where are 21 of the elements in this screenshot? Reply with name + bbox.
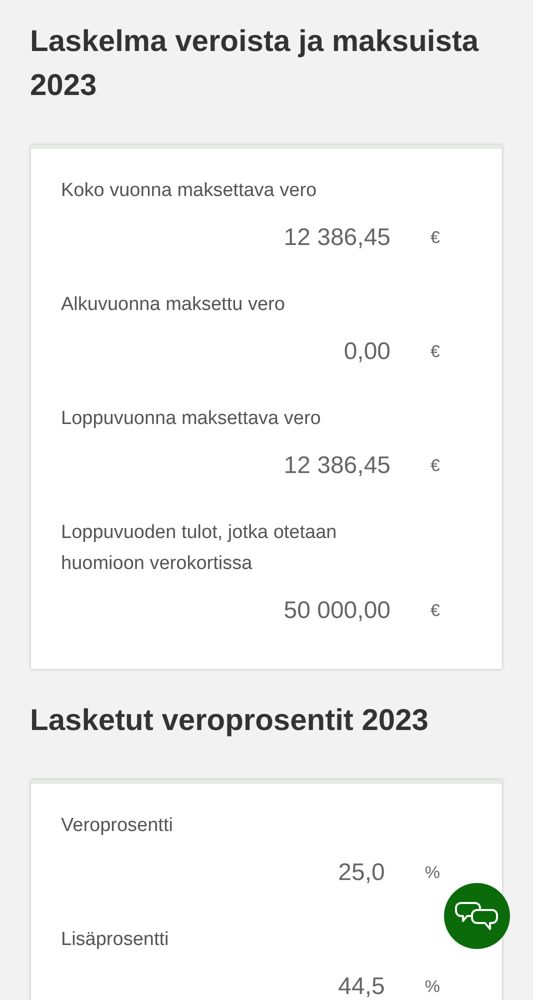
field-label: Alkuvuonna maksettu vero — [61, 293, 286, 317]
field-value: 12 386,45 — [284, 452, 391, 480]
field-label: Loppuvuonna maksettava vero — [61, 407, 322, 431]
field-value: 0,00 — [344, 338, 391, 366]
unit-label: € — [430, 601, 440, 621]
chat-bubbles-icon — [455, 901, 499, 931]
unit-label: % — [424, 977, 440, 997]
field-label: Veroprosentti — [61, 814, 174, 838]
unit-label: € — [430, 342, 440, 362]
unit-label: % — [424, 863, 440, 883]
unit-label: € — [430, 456, 440, 476]
section-heading: Laskelma veroista ja maksuista 2023 — [30, 24, 480, 104]
field-label: Koko vuonna maksettava vero — [61, 179, 318, 203]
field-value: 50 000,00 — [284, 597, 391, 625]
field-value: 12 386,45 — [284, 224, 391, 252]
field-label: Lisäprosentti — [61, 928, 170, 952]
field-value: 25,0 — [338, 859, 385, 887]
field-value: 44,5 — [338, 973, 385, 1000]
section-heading: Lasketut veroprosentit 2023 — [30, 703, 430, 739]
unit-label: € — [430, 228, 440, 248]
field-label: Loppuvuoden tulot, jotka otetaan huomioon verokortissa — [61, 521, 338, 576]
